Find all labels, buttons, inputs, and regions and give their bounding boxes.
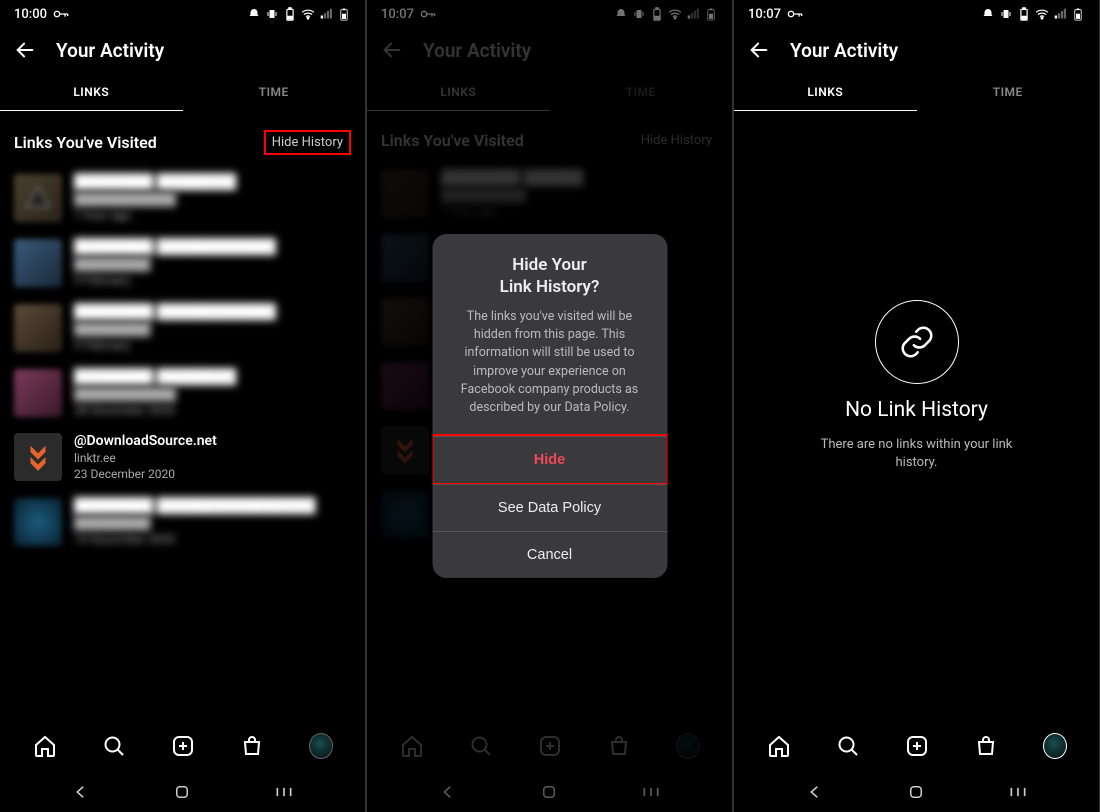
link-sub: ████████████ [74, 387, 351, 401]
shop-icon[interactable] [974, 734, 998, 758]
tabs: LINKS TIME [0, 72, 365, 112]
shop-icon[interactable] [240, 734, 264, 758]
sys-recent[interactable] [273, 781, 295, 803]
screen-3: 10:07 Your Activity LINKS TIME No Link H… [734, 0, 1099, 812]
header: Your Activity [0, 28, 365, 72]
section-header: Links You've Visited Hide History [0, 112, 365, 165]
link-thumbnail [14, 174, 62, 222]
dialog-title: Hide Your Link History? [432, 234, 667, 304]
link-date: 9 February [74, 273, 351, 287]
new-post-icon[interactable] [171, 734, 195, 758]
link-item[interactable]: ████████ ████████████████ █████████ 10 D… [0, 489, 365, 554]
bottom-nav [0, 720, 365, 772]
hide-history-button[interactable]: Hide History [264, 130, 351, 155]
profile-avatar[interactable] [309, 734, 333, 758]
link-item-downloadsource[interactable]: @DownloadSource.net linktr.ee 23 Decembe… [0, 425, 365, 489]
header: Your Activity [734, 28, 1099, 72]
link-title: ████████ ████████████████ [74, 497, 351, 514]
link-thumbnail [14, 433, 62, 481]
back-button[interactable] [14, 39, 36, 61]
system-nav [734, 772, 1099, 812]
tab-time[interactable]: TIME [917, 72, 1100, 112]
status-bar: 10:00 [0, 0, 365, 28]
dialog-data-policy-button[interactable]: See Data Policy [432, 484, 667, 531]
signal-icon [1053, 7, 1067, 21]
link-thumbnail [14, 239, 62, 287]
search-icon[interactable] [102, 734, 126, 758]
link-sub: █████████ [74, 516, 351, 530]
link-item[interactable]: ████████ ████████ ████████████ 28 Decemb… [0, 360, 365, 425]
sys-home[interactable] [905, 781, 927, 803]
link-title: ████████ ████████ [74, 173, 351, 190]
page-title: Your Activity [56, 39, 164, 62]
profile-avatar[interactable] [1043, 734, 1067, 758]
link-thumbnail [14, 498, 62, 546]
system-nav [0, 772, 365, 812]
sys-back[interactable] [70, 781, 92, 803]
link-item[interactable]: ████████ ████████ ████████████ 1 hour ag… [0, 165, 365, 230]
signal-icon [319, 7, 333, 21]
tab-time[interactable]: TIME [183, 72, 366, 112]
link-item[interactable]: ████████ ████████████ █████████ 9 Februa… [0, 230, 365, 295]
wifi-icon [301, 7, 315, 21]
link-date: 1 hour ago [74, 208, 351, 222]
home-icon[interactable] [767, 734, 791, 758]
bottom-nav [734, 720, 1099, 772]
new-post-icon[interactable] [905, 734, 929, 758]
link-date: 10 December 2020 [74, 532, 351, 546]
section-title: Links You've Visited [14, 133, 157, 152]
link-sub: ████████████ [74, 192, 351, 206]
alarm-icon [981, 7, 995, 21]
battery-icon [283, 7, 297, 21]
link-icon [875, 300, 959, 384]
link-title: ████████ ████████████ [74, 238, 351, 255]
tab-links[interactable]: LINKS [734, 72, 917, 112]
tab-links[interactable]: LINKS [0, 72, 183, 112]
link-sub: linktr.ee [74, 451, 351, 465]
vibrate-icon [999, 7, 1013, 21]
dialog-hide-button[interactable]: Hide [433, 436, 666, 483]
link-sub: █████████ [74, 257, 351, 271]
link-title: ████████ ████████ [74, 368, 351, 385]
tabs: LINKS TIME [734, 72, 1099, 112]
status-time: 10:00 [14, 7, 47, 22]
back-button[interactable] [748, 39, 770, 61]
link-sub: █████████ [74, 322, 351, 336]
status-bar: 10:07 [734, 0, 1099, 28]
link-date: 23 December 2020 [74, 467, 351, 481]
link-item[interactable]: ████████ ████████████ █████████ 9 Februa… [0, 295, 365, 360]
wifi-icon [1035, 7, 1049, 21]
empty-title: No Link History [845, 398, 988, 422]
link-thumbnail [14, 304, 62, 352]
battery-2-icon [337, 7, 351, 21]
battery-2-icon [1071, 7, 1085, 21]
sys-back[interactable] [804, 781, 826, 803]
battery-icon [1017, 7, 1031, 21]
status-time: 10:07 [748, 7, 781, 22]
dialog-cancel-button[interactable]: Cancel [432, 531, 667, 578]
empty-subtitle: There are no links within your link hist… [817, 436, 1017, 472]
screen-2: 10:07 Your Activity LINKS TIME Links You… [367, 0, 732, 812]
empty-state: No Link History There are no links withi… [734, 112, 1099, 720]
search-icon[interactable] [836, 734, 860, 758]
alarm-icon [247, 7, 261, 21]
link-thumbnail [14, 369, 62, 417]
sys-home[interactable] [171, 781, 193, 803]
vibrate-icon [265, 7, 279, 21]
vpn-key-icon [53, 9, 69, 19]
vpn-key-icon [787, 9, 803, 19]
link-date: 9 February [74, 338, 351, 352]
home-icon[interactable] [33, 734, 57, 758]
hide-history-dialog: Hide Your Link History? The links you've… [432, 234, 667, 578]
page-title: Your Activity [790, 39, 898, 62]
sys-recent[interactable] [1007, 781, 1029, 803]
dialog-body: The links you've visited will be hidden … [432, 304, 667, 435]
link-date: 28 December 2020 [74, 403, 351, 417]
screen-1: 10:00 Your Activity LINKS TIME Links You… [0, 0, 365, 812]
link-title: ████████ ████████████ [74, 303, 351, 320]
link-list: ████████ ████████ ████████████ 1 hour ag… [0, 165, 365, 720]
link-title: @DownloadSource.net [74, 433, 351, 449]
